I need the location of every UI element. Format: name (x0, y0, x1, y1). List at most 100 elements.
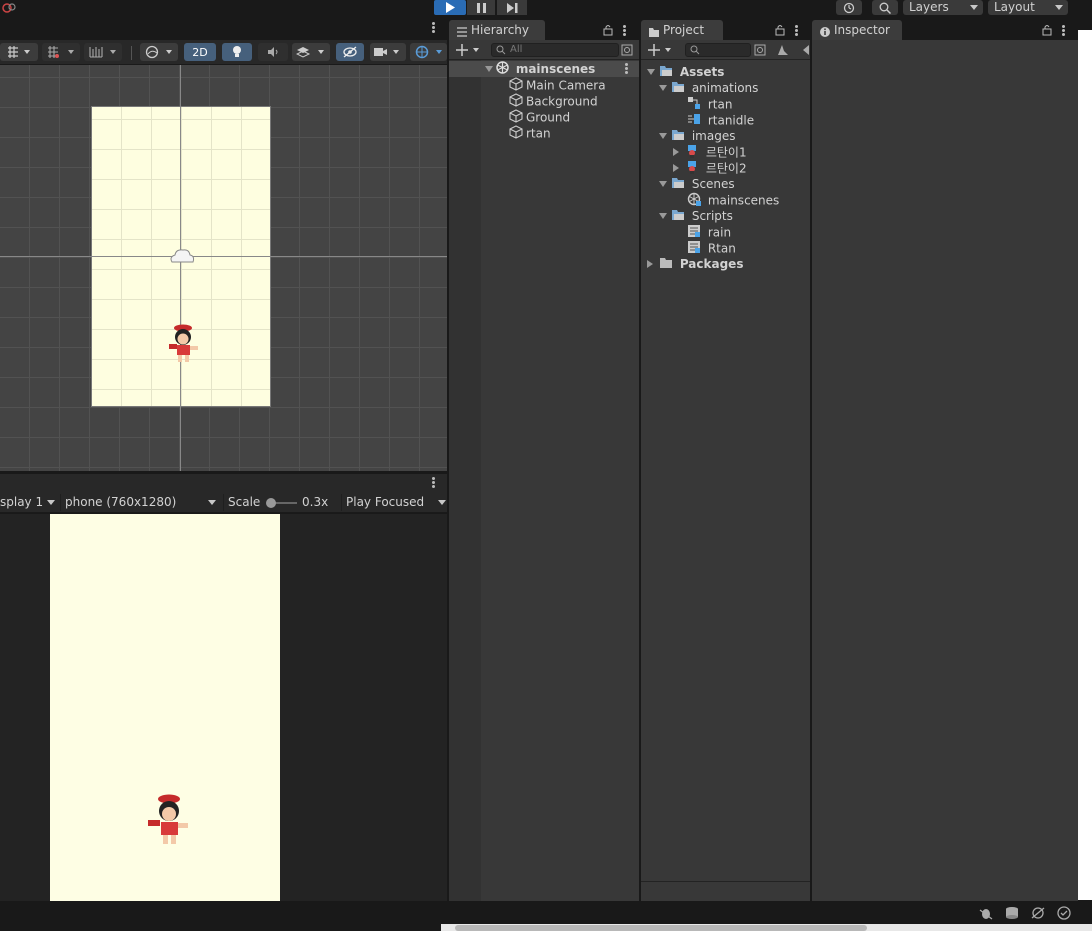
resolution-dropdown[interactable]: phone (760x1280) (60, 494, 218, 511)
toolbar-divider (131, 46, 132, 60)
hierarchy-item-background[interactable]: Background (509, 93, 598, 109)
pause-button[interactable] (467, 0, 495, 15)
inspector-panel (812, 40, 1078, 901)
search-by-label-icon[interactable] (776, 43, 790, 60)
folder-label: animations (691, 81, 759, 95)
display-dropdown[interactable]: splay 1 (0, 494, 58, 511)
ruler-button[interactable] (84, 43, 122, 61)
project-asset-rain-script[interactable]: rain (687, 224, 731, 240)
project-asset-rtan-controller[interactable]: rtan (687, 96, 732, 112)
hierarchy-add-button[interactable] (455, 43, 481, 57)
eye-hidden-icon (343, 46, 357, 58)
asset-label: mainscenes (707, 193, 780, 208)
layout-dropdown[interactable]: Layout (988, 0, 1068, 15)
lock-icon[interactable] (775, 24, 785, 39)
project-asset-mainscenes[interactable]: mainscenes (687, 192, 779, 208)
cache-server-icon[interactable] (1004, 906, 1020, 923)
camera-dropdown[interactable] (370, 43, 406, 61)
status-check-icon[interactable] (1056, 906, 1072, 923)
asset-label: rtanidle (707, 113, 755, 128)
inspector-tab-label: Inspector (834, 23, 890, 37)
game-menu-icon[interactable] (432, 477, 435, 489)
asset-label: 르탄이2 (705, 161, 747, 176)
hierarchy-search-input[interactable]: All (491, 43, 619, 57)
expand-arrow-icon[interactable] (659, 133, 667, 139)
mode-2d-label: 2D (192, 45, 208, 59)
step-button[interactable] (497, 0, 527, 15)
project-folder-packages[interactable]: Packages (647, 256, 743, 272)
expand-arrow-icon[interactable] (647, 69, 655, 75)
cloud-account-icon[interactable] (2, 1, 16, 14)
hierarchy-menu-icon[interactable] (623, 25, 626, 37)
undo-history-button[interactable] (836, 0, 862, 15)
hierarchy-gutter (449, 60, 481, 901)
expand-arrow-icon[interactable] (659, 85, 667, 91)
scale-label: Scale (228, 495, 261, 509)
expand-arrow-icon[interactable] (485, 66, 493, 72)
audio-toggle[interactable] (258, 43, 288, 61)
expand-arrow-icon[interactable] (659, 181, 667, 187)
horizontal-scrollbar[interactable] (441, 924, 1092, 931)
hierarchy-item-main-camera[interactable]: Main Camera (509, 77, 606, 93)
project-search-input[interactable] (685, 43, 751, 57)
inspector-menu-icon[interactable] (1062, 25, 1065, 37)
tab-inspector[interactable]: Inspector (812, 20, 902, 40)
folder-label: Assets (679, 65, 725, 79)
project-folder-images[interactable]: images (659, 128, 735, 144)
search-by-type-icon[interactable] (754, 43, 766, 60)
scene-menu-icon[interactable] (432, 22, 435, 34)
play-focus-dropdown[interactable]: Play Focused (341, 494, 447, 511)
folder-label: Scenes (691, 177, 735, 191)
tab-project[interactable]: Project (641, 20, 723, 40)
play-button[interactable] (434, 0, 466, 15)
layers-dropdown[interactable]: Layers (903, 0, 983, 15)
gizmos-dropdown[interactable] (410, 43, 447, 61)
scrollbar-thumb[interactable] (455, 925, 867, 931)
scene-row-mainscenes[interactable]: mainscenes (485, 61, 639, 77)
expand-arrow-icon[interactable] (673, 164, 679, 172)
hierarchy-item-rtan[interactable]: rtan (509, 125, 551, 141)
project-asset-rtan-script[interactable]: Rtan (687, 240, 736, 256)
project-asset-image-1[interactable]: 르탄이1 (673, 144, 747, 160)
shading-mode-button[interactable] (140, 43, 178, 61)
expand-arrow-icon[interactable] (647, 260, 653, 268)
object-label: rtan (526, 126, 551, 141)
expand-arrow-icon[interactable] (673, 148, 679, 156)
lock-icon[interactable] (603, 24, 613, 39)
main-camera-gizmo-icon[interactable] (168, 247, 196, 267)
expand-arrow-icon[interactable] (659, 213, 667, 219)
project-menu-icon[interactable] (795, 25, 798, 37)
plus-icon (456, 44, 479, 56)
search-options-icon[interactable] (621, 43, 633, 60)
collapse-icon[interactable] (801, 43, 810, 57)
project-folder-assets[interactable]: Assets (647, 64, 724, 80)
layers-label: Layers (909, 0, 949, 14)
unity-scene-icon (496, 61, 509, 78)
effects-dropdown[interactable] (292, 43, 330, 61)
grid-snap-button[interactable] (0, 43, 38, 61)
lock-icon[interactable] (1042, 24, 1052, 39)
search-icon (879, 2, 891, 14)
auto-generate-lighting-icon[interactable] (1030, 906, 1046, 923)
rtan-sprite-scene[interactable] (166, 322, 202, 364)
object-label: Main Camera (526, 78, 606, 93)
project-asset-image-2[interactable]: 르탄이2 (673, 160, 747, 176)
scene-name-label: mainscenes (515, 62, 596, 76)
snap-increment-button[interactable] (42, 43, 80, 61)
lighting-toggle[interactable] (222, 43, 252, 61)
scene-visibility-toggle[interactable] (336, 43, 364, 61)
scale-slider-thumb[interactable] (266, 498, 276, 508)
pause-icon (476, 2, 486, 13)
project-folder-animations[interactable]: animations (659, 80, 758, 96)
tab-hierarchy[interactable]: Hierarchy (449, 20, 545, 40)
debug-mode-icon[interactable] (978, 906, 994, 923)
project-folder-scripts[interactable]: Scripts (659, 208, 733, 224)
search-button[interactable] (872, 0, 898, 15)
project-folder-scenes[interactable]: Scenes (659, 176, 735, 192)
project-add-button[interactable] (647, 43, 673, 57)
project-asset-rtanidle[interactable]: rtanidle (687, 112, 754, 128)
mode-2d-button[interactable]: 2D (184, 43, 216, 61)
resolution-label: phone (760x1280) (65, 495, 177, 509)
scene-row-menu-icon[interactable] (625, 63, 628, 75)
hierarchy-item-ground[interactable]: Ground (509, 109, 570, 125)
